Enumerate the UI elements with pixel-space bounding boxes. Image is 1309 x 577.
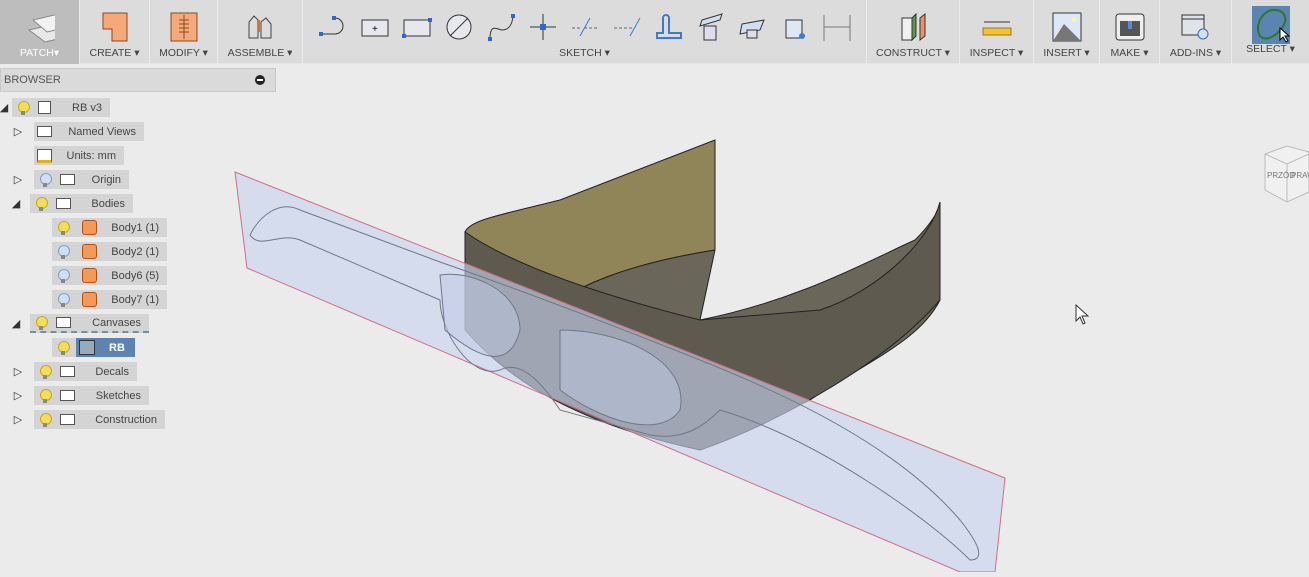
create-icon bbox=[100, 12, 130, 42]
visibility-bulb-icon[interactable] bbox=[58, 220, 70, 235]
collapse-arrow-icon[interactable]: ◢ bbox=[10, 198, 22, 210]
expand-arrow-icon[interactable]: ▷ bbox=[12, 414, 24, 426]
canvas-image-icon bbox=[79, 340, 95, 355]
inspect-menu[interactable]: INSPECT ▾ bbox=[960, 0, 1034, 64]
measure-ruler-icon bbox=[982, 12, 1012, 42]
expand-arrow-icon[interactable]: ▷ bbox=[12, 126, 24, 138]
body-icon bbox=[82, 244, 97, 259]
assemble-joint-icon bbox=[245, 12, 275, 42]
folder-icon bbox=[56, 317, 71, 328]
body-icon bbox=[82, 220, 97, 235]
component-icon bbox=[38, 101, 51, 114]
project-icon[interactable] bbox=[696, 12, 726, 42]
view-cube[interactable]: PRZÓD PRAWO bbox=[1257, 142, 1309, 212]
document-units-icon bbox=[37, 148, 52, 163]
insert-image-icon bbox=[1052, 12, 1082, 42]
body-icon bbox=[82, 268, 97, 283]
create-menu[interactable]: CREATE ▾ bbox=[80, 0, 150, 64]
select-lasso-icon bbox=[1251, 6, 1290, 44]
folder-icon bbox=[37, 126, 52, 137]
sketch-dimension-icon[interactable] bbox=[822, 12, 852, 42]
trim-icon[interactable] bbox=[570, 12, 600, 42]
visibility-bulb-icon[interactable] bbox=[40, 412, 52, 427]
body-icon bbox=[82, 292, 97, 307]
visibility-bulb-icon[interactable] bbox=[18, 100, 30, 115]
browser-panel-header[interactable]: BROWSER bbox=[0, 68, 276, 92]
finish-sketch-arc-icon[interactable] bbox=[318, 12, 348, 42]
scripts-addins-icon bbox=[1181, 12, 1211, 42]
make-menu[interactable]: MAKE ▾ bbox=[1100, 0, 1160, 64]
svg-text:+: + bbox=[372, 24, 378, 35]
spline-icon[interactable] bbox=[486, 12, 516, 42]
folder-icon bbox=[60, 414, 75, 425]
sketch-menu[interactable]: + SKETCH ▾ bbox=[303, 0, 867, 64]
include-3d-geometry-icon[interactable] bbox=[780, 12, 810, 42]
center-rectangle-icon[interactable]: + bbox=[360, 12, 390, 42]
offset-icon[interactable] bbox=[654, 12, 684, 42]
3d-print-icon bbox=[1115, 12, 1145, 42]
visibility-bulb-icon[interactable] bbox=[58, 268, 70, 283]
modify-menu[interactable]: MODIFY ▾ bbox=[150, 0, 218, 64]
rectangle-icon[interactable] bbox=[401, 12, 432, 42]
folder-icon bbox=[60, 390, 75, 401]
visibility-bulb-icon[interactable] bbox=[36, 196, 48, 211]
3d-viewport[interactable]: PRZÓD PRAWO bbox=[0, 64, 1309, 573]
toolbar: PATCH▾ CREATE ▾ MODIFY ▾ ASSEMBLE ▾ + SK… bbox=[0, 0, 1309, 64]
patch-workspace-icon bbox=[25, 12, 55, 43]
model-canvas[interactable] bbox=[0, 64, 1309, 573]
visibility-bulb-icon[interactable] bbox=[40, 388, 52, 403]
browser-title: BROWSER bbox=[4, 74, 61, 86]
expand-arrow-icon[interactable]: ▷ bbox=[12, 390, 24, 402]
visibility-bulb-icon[interactable] bbox=[40, 172, 52, 187]
intersect-icon[interactable] bbox=[738, 12, 768, 42]
collapse-browser-icon[interactable] bbox=[255, 75, 265, 85]
folder-icon bbox=[60, 174, 75, 185]
expand-arrow-icon[interactable]: ▷ bbox=[12, 174, 24, 186]
visibility-bulb-icon[interactable] bbox=[36, 315, 48, 330]
add-ins-menu[interactable]: ADD-INS ▾ bbox=[1160, 0, 1232, 64]
mouse-cursor-icon bbox=[1075, 303, 1090, 325]
construct-plane-icon bbox=[898, 12, 928, 42]
visibility-bulb-icon[interactable] bbox=[40, 364, 52, 379]
visibility-bulb-icon[interactable] bbox=[58, 292, 70, 307]
viewcube-right-label: PRAWO bbox=[1291, 171, 1309, 180]
assemble-menu[interactable]: ASSEMBLE ▾ bbox=[218, 0, 303, 64]
point-icon[interactable] bbox=[528, 12, 558, 42]
workspace-switcher-patch[interactable]: PATCH▾ bbox=[0, 0, 80, 64]
circle-icon[interactable] bbox=[444, 12, 474, 42]
visibility-bulb-icon[interactable] bbox=[58, 244, 70, 259]
visibility-bulb-icon[interactable] bbox=[58, 340, 70, 355]
insert-menu[interactable]: INSERT ▾ bbox=[1034, 0, 1100, 64]
folder-icon bbox=[56, 198, 71, 209]
select-menu[interactable]: SELECT ▾ bbox=[1232, 0, 1309, 64]
construct-menu[interactable]: CONSTRUCT ▾ bbox=[867, 0, 960, 64]
extend-icon[interactable] bbox=[612, 12, 642, 42]
folder-icon bbox=[60, 366, 75, 377]
modify-icon bbox=[169, 12, 199, 42]
collapse-arrow-icon[interactable]: ◢ bbox=[0, 102, 10, 114]
expand-arrow-icon[interactable]: ▷ bbox=[12, 366, 24, 378]
collapse-arrow-icon[interactable]: ◢ bbox=[10, 318, 22, 330]
